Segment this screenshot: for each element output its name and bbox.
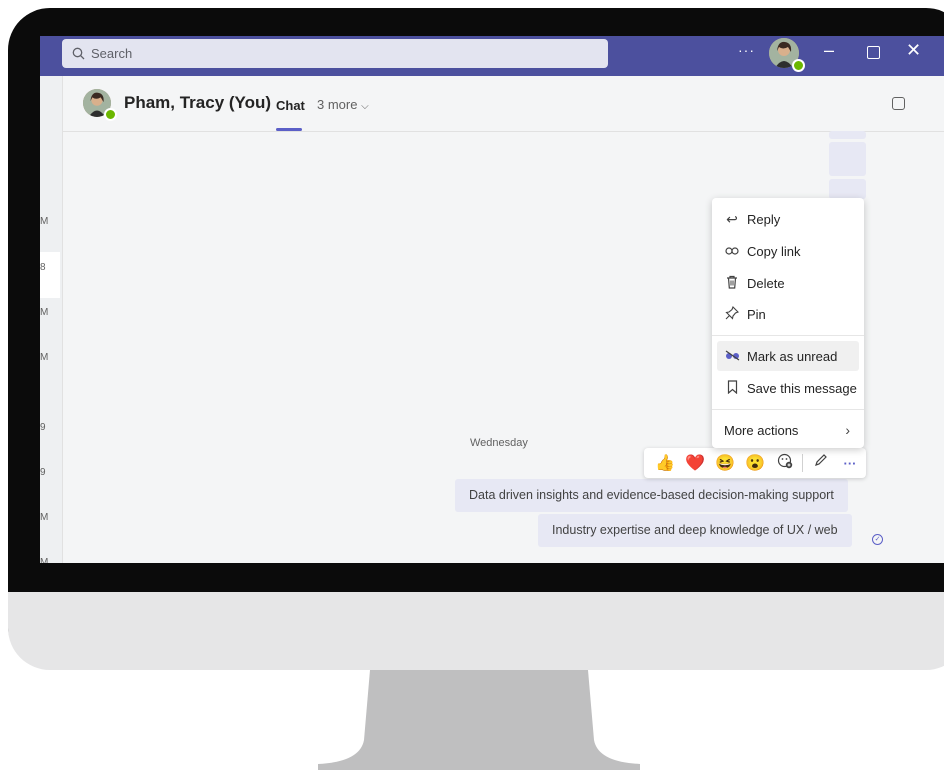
mark-unread-icon — [724, 348, 740, 364]
message-bubble-partial — [829, 142, 866, 176]
chat-list-time: 8 — [40, 262, 46, 273]
menu-item-label: Save this message — [747, 380, 857, 396]
more-options-button[interactable]: ··· — [738, 42, 755, 58]
search-input[interactable]: Search — [62, 39, 608, 68]
search-placeholder: Search — [91, 46, 133, 61]
monitor-chin — [8, 592, 944, 670]
menu-item-mark-unread[interactable]: Mark as unread — [717, 341, 859, 371]
menu-item-save-message[interactable]: Save this message — [712, 373, 864, 403]
menu-divider — [712, 335, 864, 336]
menu-item-more-actions[interactable]: More actions › — [712, 415, 864, 445]
menu-item-pin[interactable]: Pin — [712, 299, 864, 329]
edit-icon[interactable] — [805, 453, 835, 473]
bookmark-icon — [724, 379, 740, 397]
chat-list-selected-item[interactable] — [40, 252, 60, 298]
close-button[interactable]: ✕ — [906, 40, 921, 61]
message-context-menu: ↩ Reply Copy link Delete Pin Mark as unr… — [712, 198, 864, 448]
chat-list-time: M — [40, 512, 49, 523]
pin-icon — [724, 305, 740, 323]
reply-icon: ↩ — [726, 210, 738, 227]
minimize-button[interactable]: – — [824, 40, 834, 61]
active-tab-indicator — [276, 128, 302, 131]
heart-reaction-button[interactable]: ❤️ — [680, 453, 710, 473]
add-reaction-icon[interactable] — [770, 453, 800, 474]
chat-header: Pham, Tracy (You) Chat 3 more ⌵ — [63, 76, 944, 132]
menu-item-label: Copy link — [747, 243, 801, 259]
more-options-icon[interactable]: ··· — [835, 456, 865, 471]
like-reaction-button[interactable]: 👍 — [650, 453, 680, 473]
chat-list-time: M — [40, 557, 49, 563]
link-icon — [724, 243, 740, 259]
message-bubble-partial — [829, 131, 866, 139]
reaction-bar: 👍 ❤️ 😆 😮 ··· — [644, 448, 866, 478]
tab-more-dropdown[interactable]: 3 more ⌵ — [317, 97, 369, 112]
chat-title: Pham, Tracy (You) — [124, 93, 272, 112]
chat-list-time: M — [40, 216, 49, 227]
tab-chat[interactable]: Chat — [276, 98, 305, 113]
laugh-reaction-button[interactable]: 😆 — [710, 453, 740, 473]
menu-item-label: Reply — [747, 211, 781, 227]
tab-more-label: 3 more — [317, 97, 358, 112]
date-separator: Wednesday — [470, 437, 528, 449]
trash-icon — [724, 275, 740, 292]
sent-check-icon: ✓ — [872, 534, 883, 545]
menu-item-label: Pin — [747, 306, 766, 322]
menu-item-delete[interactable]: Delete — [712, 268, 864, 298]
chat-list-time: 9 — [40, 422, 46, 433]
presence-available-icon — [792, 59, 805, 72]
monitor-stand — [318, 670, 640, 770]
chevron-down-icon: ⌵ — [361, 101, 369, 112]
surprised-reaction-button[interactable]: 😮 — [740, 453, 770, 473]
menu-item-label: Delete — [747, 275, 785, 291]
maximize-button[interactable] — [867, 46, 880, 59]
menu-item-label: Mark as unread — [747, 348, 838, 364]
chat-list-time: 9 — [40, 467, 46, 478]
popout-icon[interactable] — [892, 97, 905, 110]
message-bubble-partial — [829, 179, 866, 199]
menu-item-label: More actions — [724, 422, 799, 438]
chat-list-time: M — [40, 307, 49, 318]
message-bubble[interactable]: Industry expertise and deep knowledge of… — [538, 514, 852, 547]
search-icon — [72, 47, 85, 60]
title-bar: Search ··· – ✕ — [40, 36, 944, 76]
menu-item-reply[interactable]: ↩ Reply — [712, 204, 864, 234]
chevron-right-icon: › — [845, 422, 850, 438]
message-bubble[interactable]: Data driven insights and evidence-based … — [455, 479, 848, 512]
divider — [802, 454, 803, 472]
presence-available-icon — [104, 108, 117, 121]
chat-list-time: M — [40, 352, 49, 363]
menu-item-copy-link[interactable]: Copy link — [712, 236, 864, 266]
chat-list-rail: M 8 M M 9 9 M M — [40, 76, 63, 563]
teams-window: Search ··· – ✕ M 8 M M 9 9 M M Pham, Tra… — [40, 36, 944, 563]
menu-divider — [712, 409, 864, 410]
